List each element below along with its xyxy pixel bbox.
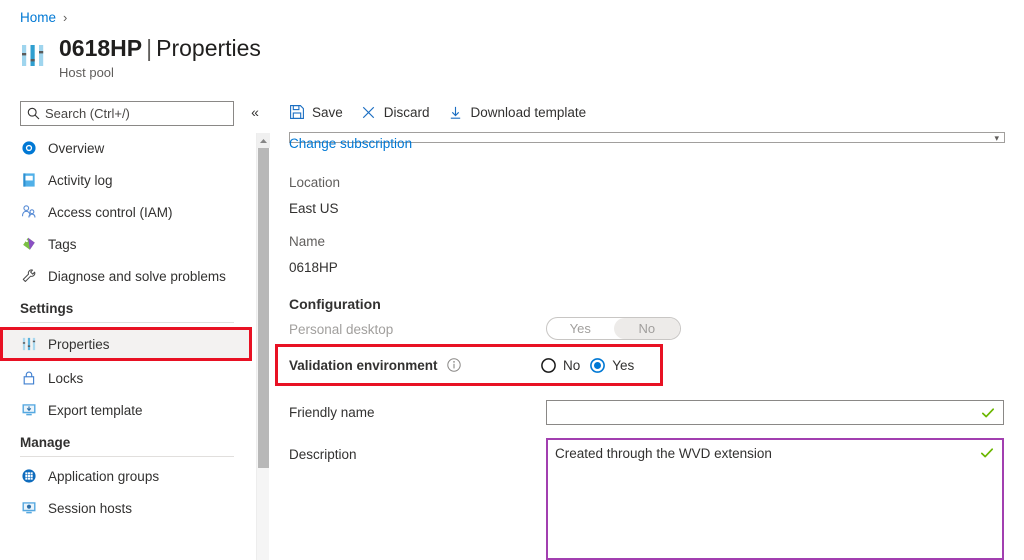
properties-content: Save Discard Download template <box>270 95 1024 560</box>
sidebar-item-label: Activity log <box>48 173 113 188</box>
sidebar-item-label: Diagnose and solve problems <box>48 269 226 284</box>
save-button[interactable]: Save <box>289 104 343 120</box>
name-label: Name <box>289 234 325 249</box>
title-divider: | <box>142 35 156 61</box>
sidebar-group-manage: Manage <box>0 435 252 457</box>
sidebar-item-export-template[interactable]: Export template <box>0 395 252 425</box>
download-template-label: Download template <box>471 105 587 120</box>
azure-portal-page: Home › 0618HP|Properties Host pool <box>0 0 1024 560</box>
radio-unselected-icon <box>540 357 557 374</box>
validation-environment-radio-group: No Yes <box>540 357 634 374</box>
change-subscription-link[interactable]: Change subscription <box>289 136 412 151</box>
collapse-sidebar-button[interactable]: « <box>246 104 264 120</box>
sidebar-item-application-groups[interactable]: Application groups <box>0 461 252 491</box>
toggle-option-yes[interactable]: Yes <box>547 318 614 339</box>
tags-icon <box>20 236 37 253</box>
friendly-name-field[interactable] <box>546 400 1004 425</box>
sidebar-item-locks[interactable]: Locks <box>0 363 252 393</box>
session-hosts-icon <box>20 500 37 517</box>
toggle-option-no[interactable]: No <box>614 318 681 339</box>
sidebar-item-label: Properties <box>48 337 110 352</box>
sidebar-item-label: Session hosts <box>48 501 132 516</box>
location-value: East US <box>289 201 339 216</box>
sidebar-item-label: Overview <box>48 141 104 156</box>
search-icon <box>27 107 40 120</box>
sidebar-item-label: Tags <box>48 237 77 252</box>
access-control-icon <box>20 204 37 221</box>
radio-label-no: No <box>563 358 580 373</box>
discard-button[interactable]: Discard <box>361 104 430 120</box>
breadcrumb: Home › <box>20 10 67 25</box>
friendly-name-input[interactable] <box>553 405 997 420</box>
close-icon <box>361 104 377 120</box>
page-name: Properties <box>156 35 261 61</box>
overview-icon <box>20 140 37 157</box>
discard-label: Discard <box>384 105 430 120</box>
sidebar-item-label: Access control (IAM) <box>48 205 173 220</box>
page-header: 0618HP|Properties Host pool <box>18 34 261 80</box>
sidebar-item-properties[interactable]: Properties <box>0 327 252 361</box>
lock-icon <box>20 370 37 387</box>
radio-selected-icon <box>589 357 606 374</box>
check-icon <box>980 446 994 460</box>
application-groups-icon <box>20 468 37 485</box>
description-field[interactable]: Created through the WVD extension <box>546 438 1004 560</box>
breadcrumb-home-link[interactable]: Home <box>20 10 56 25</box>
radio-label-yes: Yes <box>612 358 634 373</box>
sidebar-item-session-hosts[interactable]: Session hosts <box>0 493 252 523</box>
download-icon <box>448 104 464 120</box>
radio-option-yes[interactable]: Yes <box>589 357 634 374</box>
sidebar-item-label: Export template <box>48 403 143 418</box>
scrollbar-thumb[interactable] <box>258 148 269 468</box>
friendly-name-label: Friendly name <box>289 405 375 420</box>
personal-desktop-label: Personal desktop <box>289 322 393 337</box>
sidebar-group-title: Settings <box>20 301 234 323</box>
validation-environment-row: Validation environment No <box>275 344 663 386</box>
resource-type-subtitle: Host pool <box>59 65 261 80</box>
save-icon <box>289 104 305 120</box>
search-input[interactable]: Search (Ctrl+/) <box>20 101 234 126</box>
command-bar: Save Discard Download template <box>270 95 1024 129</box>
resource-name: 0618HP <box>59 35 142 61</box>
description-label: Description <box>289 447 357 462</box>
sidebar-group-title: Manage <box>20 435 234 457</box>
sidebar-item-label: Application groups <box>48 469 159 484</box>
check-icon <box>981 406 995 420</box>
properties-icon <box>20 336 37 353</box>
personal-desktop-toggle[interactable]: Yes No <box>546 317 681 340</box>
radio-option-no[interactable]: No <box>540 357 580 374</box>
sidebar-group-settings: Settings <box>0 301 252 323</box>
sidebar-item-label: Locks <box>48 371 83 386</box>
save-label: Save <box>312 105 343 120</box>
scroll-up-arrow-icon[interactable] <box>257 133 270 148</box>
activity-log-icon <box>20 172 37 189</box>
content-scrollbar[interactable] <box>256 133 269 560</box>
info-icon[interactable] <box>447 358 461 372</box>
sidebar-item-activity-log[interactable]: Activity log <box>0 165 252 195</box>
configuration-heading: Configuration <box>289 296 381 312</box>
breadcrumb-separator-icon: › <box>63 10 67 25</box>
diagnose-icon <box>20 268 37 285</box>
sidebar-item-diagnose[interactable]: Diagnose and solve problems <box>0 261 252 291</box>
export-template-icon <box>20 402 37 419</box>
sidebar-item-overview[interactable]: Overview <box>0 133 252 163</box>
name-value: 0618HP <box>289 260 338 275</box>
page-title: 0618HP|Properties <box>59 34 261 62</box>
chevron-down-icon: ▾ <box>994 135 999 141</box>
sidebar-nav: Overview Activity log Acc <box>0 133 252 560</box>
sidebar-item-access-control[interactable]: Access control (IAM) <box>0 197 252 227</box>
host-pool-icon <box>18 41 48 71</box>
description-value[interactable]: Created through the WVD extension <box>555 445 995 463</box>
search-placeholder: Search (Ctrl+/) <box>45 106 130 121</box>
download-template-button[interactable]: Download template <box>448 104 587 120</box>
sidebar-item-tags[interactable]: Tags <box>0 229 252 259</box>
validation-environment-label: Validation environment <box>289 358 438 373</box>
location-label: Location <box>289 175 340 190</box>
